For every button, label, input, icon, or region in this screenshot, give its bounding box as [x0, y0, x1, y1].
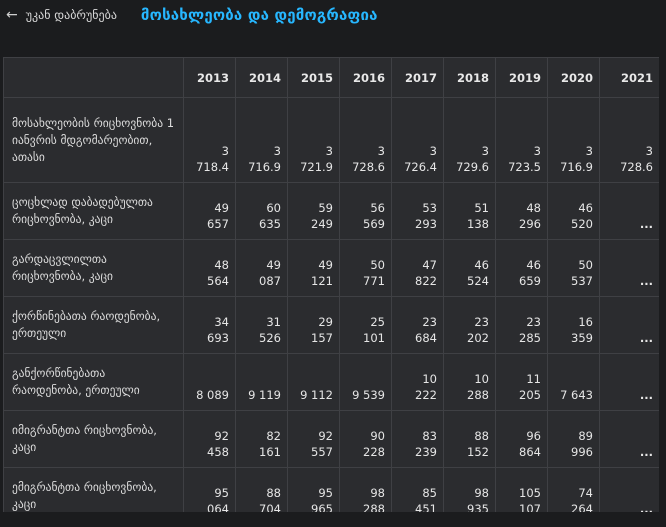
year-header: 2021 [599, 57, 659, 98]
table-cell: 23 684 [391, 296, 444, 354]
table-cell: 3 716.9 [547, 97, 600, 183]
table-cell: 9 119 [235, 353, 288, 411]
back-label: უკან დაბრუნება [25, 8, 117, 22]
year-header: 2015 [287, 57, 340, 98]
table-cell: 7 643 [547, 353, 600, 411]
year-header: 2013 [183, 57, 236, 98]
row-label: ცოცხლად დაბადებულთა რიცხოვნობა, კაცი [3, 182, 184, 240]
table-row: ცოცხლად დაბადებულთა რიცხოვნობა, კაცი 49 … [3, 182, 659, 240]
back-button[interactable]: ← უკან დაბრუნება [6, 7, 117, 23]
table-cell: 56 569 [339, 182, 392, 240]
table-cell: 48 564 [183, 239, 236, 297]
table-cell: 3 729.6 [443, 97, 496, 183]
table-cell: 51 138 [443, 182, 496, 240]
table-cell: 49 087 [235, 239, 288, 297]
table-cell: 96 864 [495, 410, 548, 468]
table-cell: 90 228 [339, 410, 392, 468]
table-cell: 88 152 [443, 410, 496, 468]
table-cell: 34 693 [183, 296, 236, 354]
table-cell: 25 101 [339, 296, 392, 354]
demography-table: 2013 2014 2015 2016 2017 2018 2019 2020 … [3, 57, 659, 512]
table-cell: 46 520 [547, 182, 600, 240]
table-cell: 92 458 [183, 410, 236, 468]
table-cell: 10 222 [391, 353, 444, 411]
row-label: ქორწინებათა რაოდენობა, ერთეული [3, 296, 184, 354]
table-cell: 47 822 [391, 239, 444, 297]
table-row: განქორწინებათა რაოდენობა, ერთეული 8 089 … [3, 353, 659, 411]
table-cell: ... [599, 239, 659, 297]
row-label: ემიგრანტთა რიცხოვნობა, კაცი [3, 467, 184, 512]
table-cell: 50 537 [547, 239, 600, 297]
arrow-left-icon: ← [6, 7, 18, 23]
table-cell: 49 657 [183, 182, 236, 240]
table-cell: 98 288 [339, 467, 392, 512]
table-cell: 92 557 [287, 410, 340, 468]
table-cell: 3 728.6 [599, 97, 659, 183]
year-header: 2019 [495, 57, 548, 98]
table-cell: 8 089 [183, 353, 236, 411]
table-cell: 50 771 [339, 239, 392, 297]
table-cell: 9 112 [287, 353, 340, 411]
table-cell: 11 205 [495, 353, 548, 411]
table-cell: 46 659 [495, 239, 548, 297]
table-cell: ... [599, 353, 659, 411]
year-header: 2014 [235, 57, 288, 98]
table-cell: 59 249 [287, 182, 340, 240]
table-cell: 16 359 [547, 296, 600, 354]
row-label: მოსახლეობის რიცხოვნობა 1 იანვრის მდგომარ… [3, 97, 184, 183]
table-cell: 88 704 [235, 467, 288, 512]
table-cell: 23 285 [495, 296, 548, 354]
table-cell: 9 539 [339, 353, 392, 411]
year-header: 2016 [339, 57, 392, 98]
table-cell: 83 239 [391, 410, 444, 468]
table-header-row: 2013 2014 2015 2016 2017 2018 2019 2020 … [3, 57, 659, 98]
table-cell: 98 935 [443, 467, 496, 512]
table-cell: 29 157 [287, 296, 340, 354]
table-cell: ... [599, 410, 659, 468]
table-cell: 85 451 [391, 467, 444, 512]
table-cell: ... [599, 467, 659, 512]
table-cell: 48 296 [495, 182, 548, 240]
table-cell: 46 524 [443, 239, 496, 297]
table-row: ემიგრანტთა რიცხოვნობა, კაცი 95 064 88 70… [3, 467, 659, 512]
table-cell: 23 202 [443, 296, 496, 354]
table-cell: 82 161 [235, 410, 288, 468]
demography-table-container: 2013 2014 2015 2016 2017 2018 2019 2020 … [3, 57, 659, 512]
table-cell: 74 264 [547, 467, 600, 512]
table-cell: 3 716.9 [235, 97, 288, 183]
year-header: 2017 [391, 57, 444, 98]
table-cell: 3 726.4 [391, 97, 444, 183]
page-title: მოსახლეობა და დემოგრაფია [140, 6, 378, 24]
table-cell: 3 728.6 [339, 97, 392, 183]
year-header: 2020 [547, 57, 600, 98]
table-cell: 31 526 [235, 296, 288, 354]
table-row: ქორწინებათა რაოდენობა, ერთეული 34 693 31… [3, 296, 659, 354]
table-row: იმიგრანტთა რიცხოვნობა, კაცი 92 458 82 16… [3, 410, 659, 468]
header-corner [3, 57, 184, 98]
top-bar: ← უკან დაბრუნება მოსახლეობა და დემოგრაფი… [0, 0, 666, 30]
table-cell: 53 293 [391, 182, 444, 240]
row-label: იმიგრანტთა რიცხოვნობა, კაცი [3, 410, 184, 468]
table-cell: 95 965 [287, 467, 340, 512]
table-row: მოსახლეობის რიცხოვნობა 1 იანვრის მდგომარ… [3, 97, 659, 183]
table-row: გარდაცვლილთა რიცხოვნობა, კაცი 48 564 49 … [3, 239, 659, 297]
table-cell: 3 723.5 [495, 97, 548, 183]
table-cell: 89 996 [547, 410, 600, 468]
table-cell: ... [599, 296, 659, 354]
table-cell: 60 635 [235, 182, 288, 240]
table-cell: 105 107 [495, 467, 548, 512]
table-cell: 49 121 [287, 239, 340, 297]
row-label: განქორწინებათა რაოდენობა, ერთეული [3, 353, 184, 411]
table-cell: 3 718.4 [183, 97, 236, 183]
table-cell: 10 288 [443, 353, 496, 411]
year-header: 2018 [443, 57, 496, 98]
table-cell: 3 721.9 [287, 97, 340, 183]
table-cell: 95 064 [183, 467, 236, 512]
row-label: გარდაცვლილთა რიცხოვნობა, კაცი [3, 239, 184, 297]
table-cell: ... [599, 182, 659, 240]
